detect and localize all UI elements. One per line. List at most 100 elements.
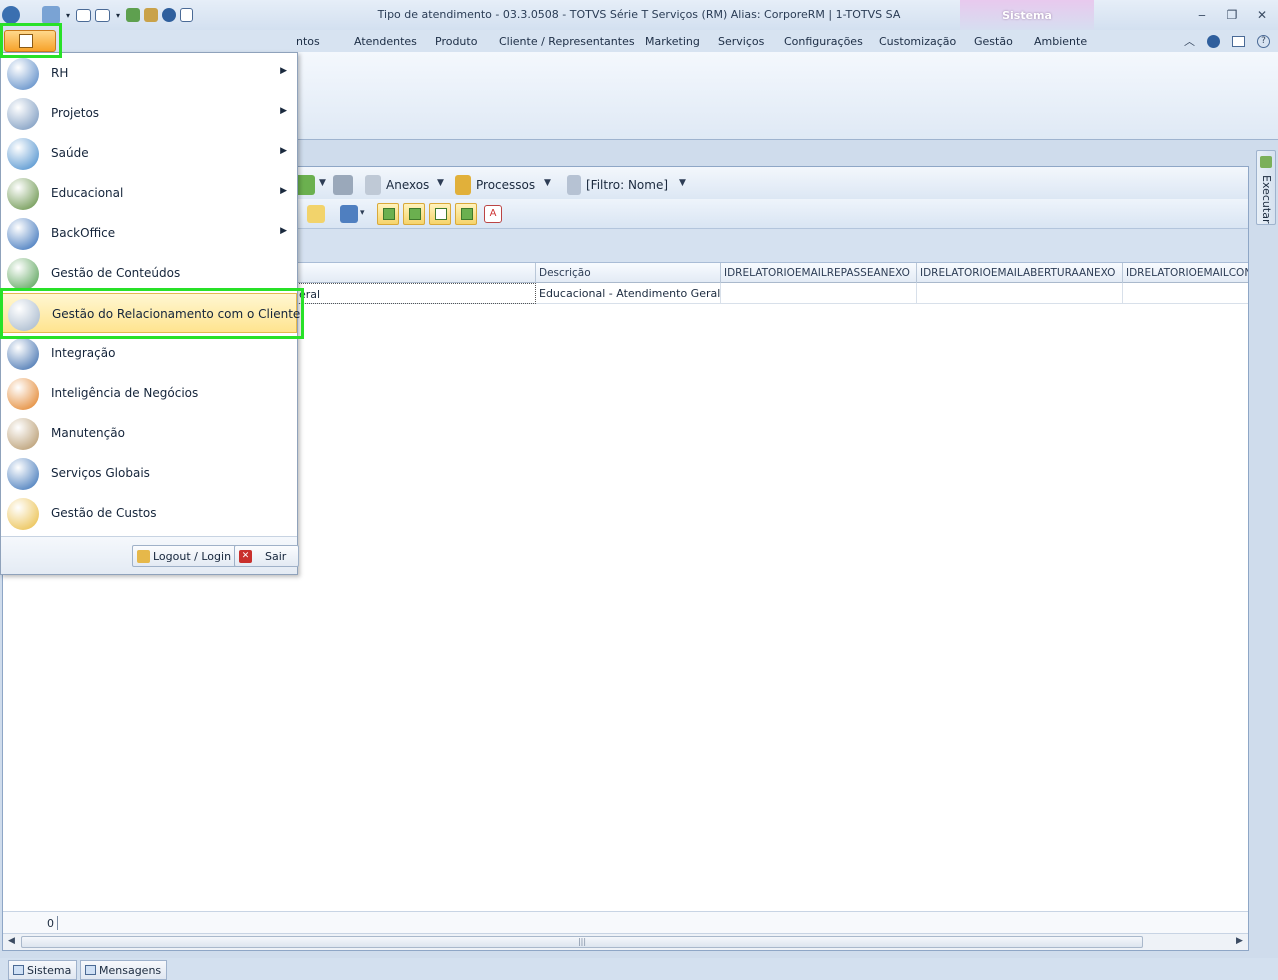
help-icon[interactable]: ? — [1257, 34, 1270, 48]
collapse-ribbon-icon[interactable]: ︿ — [1184, 33, 1195, 49]
navigate-icon[interactable] — [295, 175, 315, 195]
submenu-arrow-icon: ▶ — [280, 106, 287, 116]
web-icon[interactable] — [162, 8, 176, 22]
tools-icon — [7, 418, 39, 450]
chart-icon[interactable] — [340, 205, 358, 223]
logout-login-button[interactable]: Logout / Login — [132, 545, 239, 567]
ribbon-right-controls: ︿ ? — [1184, 33, 1270, 49]
highlight-frame-selected-item — [0, 288, 304, 339]
menu-item-label: Inteligência de Negócios — [51, 386, 199, 400]
rh-icon — [7, 58, 39, 90]
export-icon[interactable] — [126, 8, 140, 22]
submenu-arrow-icon: ▶ — [280, 186, 287, 196]
minimize-icon[interactable]: ‒ — [1194, 8, 1210, 22]
menu-item-rh[interactable]: RH ▶ — [1, 53, 297, 93]
web-icon[interactable] — [1207, 34, 1220, 48]
header-idrelatorio-con[interactable]: IDRELATORIOEMAILCON — [1123, 263, 1248, 283]
anexos-dropdown-icon[interactable]: ▼ — [437, 178, 444, 188]
status-tab-mensagens[interactable]: Mensagens — [80, 960, 168, 980]
menu-item-projetos[interactable]: Projetos ▶ — [1, 93, 297, 133]
header-idrelatorio-repasse[interactable]: IDRELATORIOEMAILREPASSEANEXO — [721, 263, 917, 283]
window-icon[interactable] — [76, 8, 91, 22]
saude-caduceus-icon — [7, 138, 39, 170]
layout-icon[interactable] — [1232, 35, 1245, 47]
note-icon[interactable] — [307, 205, 325, 223]
scroll-right-icon[interactable]: ▶ — [1236, 936, 1243, 946]
menu-item-manutencao[interactable]: Manutenção — [1, 413, 297, 453]
menu-item-label: Serviços Globais — [51, 466, 150, 480]
tab-atendentes[interactable]: Atendentes — [354, 35, 417, 48]
filter-icon[interactable] — [567, 175, 581, 195]
sigma-icon — [7, 378, 39, 410]
sair-button[interactable]: ✕ Sair — [234, 545, 300, 567]
tab-gestao[interactable]: Gestão — [974, 35, 1013, 48]
filtro-dropdown-icon[interactable]: ▼ — [679, 178, 686, 188]
cell-descricao[interactable]: Educacional - Atendimento Geral — [536, 283, 721, 304]
record-count: 0 — [47, 917, 54, 930]
menu-item-gestao-de-conteudos[interactable]: Gestão de Conteúdos — [1, 253, 297, 293]
menu-item-gestao-de-custos[interactable]: Gestão de Custos — [1, 493, 297, 533]
highlight-frame-app-button — [0, 23, 62, 58]
menu-item-educacional[interactable]: Educacional ▶ — [1, 173, 297, 213]
dropdown-chevron-icon[interactable]: ▼ — [319, 178, 326, 188]
view-footer-icon[interactable] — [455, 203, 477, 225]
refresh-globe-icon[interactable] — [42, 6, 60, 24]
tab-marketing[interactable]: Marketing — [645, 35, 700, 48]
tab-lancamentos[interactable]: ntos — [296, 35, 320, 48]
restore-icon[interactable]: ❐ — [1224, 8, 1240, 22]
copy-icon[interactable] — [180, 8, 193, 22]
header-descricao[interactable]: Descrição — [536, 263, 721, 283]
filtro-button[interactable]: [Filtro: Nome] — [586, 178, 668, 192]
gears-icon[interactable] — [455, 175, 471, 195]
count-divider — [57, 916, 58, 930]
tab-cliente-representantes[interactable]: Cliente / Representantes — [499, 35, 635, 48]
exit-x-icon: ✕ — [239, 550, 252, 563]
view-filter-row-icon[interactable] — [429, 203, 451, 225]
executar-side-tab[interactable]: Executar — [1256, 150, 1276, 225]
tools-icon[interactable] — [144, 8, 158, 22]
layout-icon[interactable] — [95, 8, 110, 22]
menu-item-servicos-globais[interactable]: Serviços Globais — [1, 453, 297, 493]
print-icon[interactable] — [333, 175, 353, 195]
scroll-left-icon[interactable]: ◀ — [8, 936, 15, 946]
paperclip-icon[interactable] — [365, 175, 381, 195]
menu-item-inteligencia-de-negocios[interactable]: Inteligência de Negócios — [1, 373, 297, 413]
educacional-chalkboard-icon — [7, 178, 39, 210]
view-group-icon[interactable] — [403, 203, 425, 225]
menu-item-backoffice[interactable]: BackOffice ▶ — [1, 213, 297, 253]
submenu-arrow-icon: ▶ — [280, 66, 287, 76]
cell-idrelatorio-repasse[interactable] — [721, 283, 917, 304]
menu-item-label: Manutenção — [51, 426, 125, 440]
chart-dropdown-icon[interactable]: ▾ — [360, 208, 365, 218]
horizontal-scrollbar[interactable]: ◀ ||| ▶ — [3, 933, 1248, 950]
font-style-icon[interactable]: A — [484, 205, 502, 223]
app-orb-icon[interactable] — [2, 6, 20, 24]
tab-customizacao[interactable]: Customização — [879, 35, 956, 48]
tab-configuracoes[interactable]: Configurações — [784, 35, 863, 48]
processos-dropdown-icon[interactable]: ▼ — [544, 178, 551, 188]
quick-access-toolbar: ▾ ▾ — [2, 5, 193, 25]
tab-ambiente[interactable]: Ambiente — [1034, 35, 1087, 48]
header-idrelatorio-abertura[interactable]: IDRELATORIOEMAILABERTURAANEXO — [917, 263, 1123, 283]
close-icon[interactable]: ✕ — [1254, 8, 1270, 22]
menu-item-label: Saúde — [51, 146, 89, 160]
submenu-arrow-icon: ▶ — [280, 226, 287, 236]
tab-servicos[interactable]: Serviços — [718, 35, 764, 48]
dropdown-chevron-icon[interactable]: ▾ — [114, 6, 122, 24]
cell-idrelatorio-con[interactable] — [1123, 283, 1248, 304]
anexos-button[interactable]: Anexos — [386, 178, 429, 192]
cell-idrelatorio-abertura[interactable] — [917, 283, 1123, 304]
status-tab-sistema[interactable]: Sistema — [8, 960, 78, 980]
view-grid-icon[interactable] — [377, 203, 399, 225]
tab-produto[interactable]: Produto — [435, 35, 477, 48]
menu-item-label: Educacional — [51, 186, 124, 200]
messages-icon — [85, 965, 96, 975]
scroll-thumb[interactable]: ||| — [21, 936, 1143, 948]
executar-label: Executar — [1260, 175, 1273, 224]
menu-item-saude[interactable]: Saúde ▶ — [1, 133, 297, 173]
menu-item-label: RH — [51, 66, 69, 80]
processos-button[interactable]: Processos — [476, 178, 535, 192]
contextual-tab-sistema[interactable]: Sistema — [960, 0, 1094, 30]
menu-item-integracao[interactable]: Integração — [1, 333, 297, 373]
dropdown-chevron-icon[interactable]: ▾ — [64, 6, 72, 24]
